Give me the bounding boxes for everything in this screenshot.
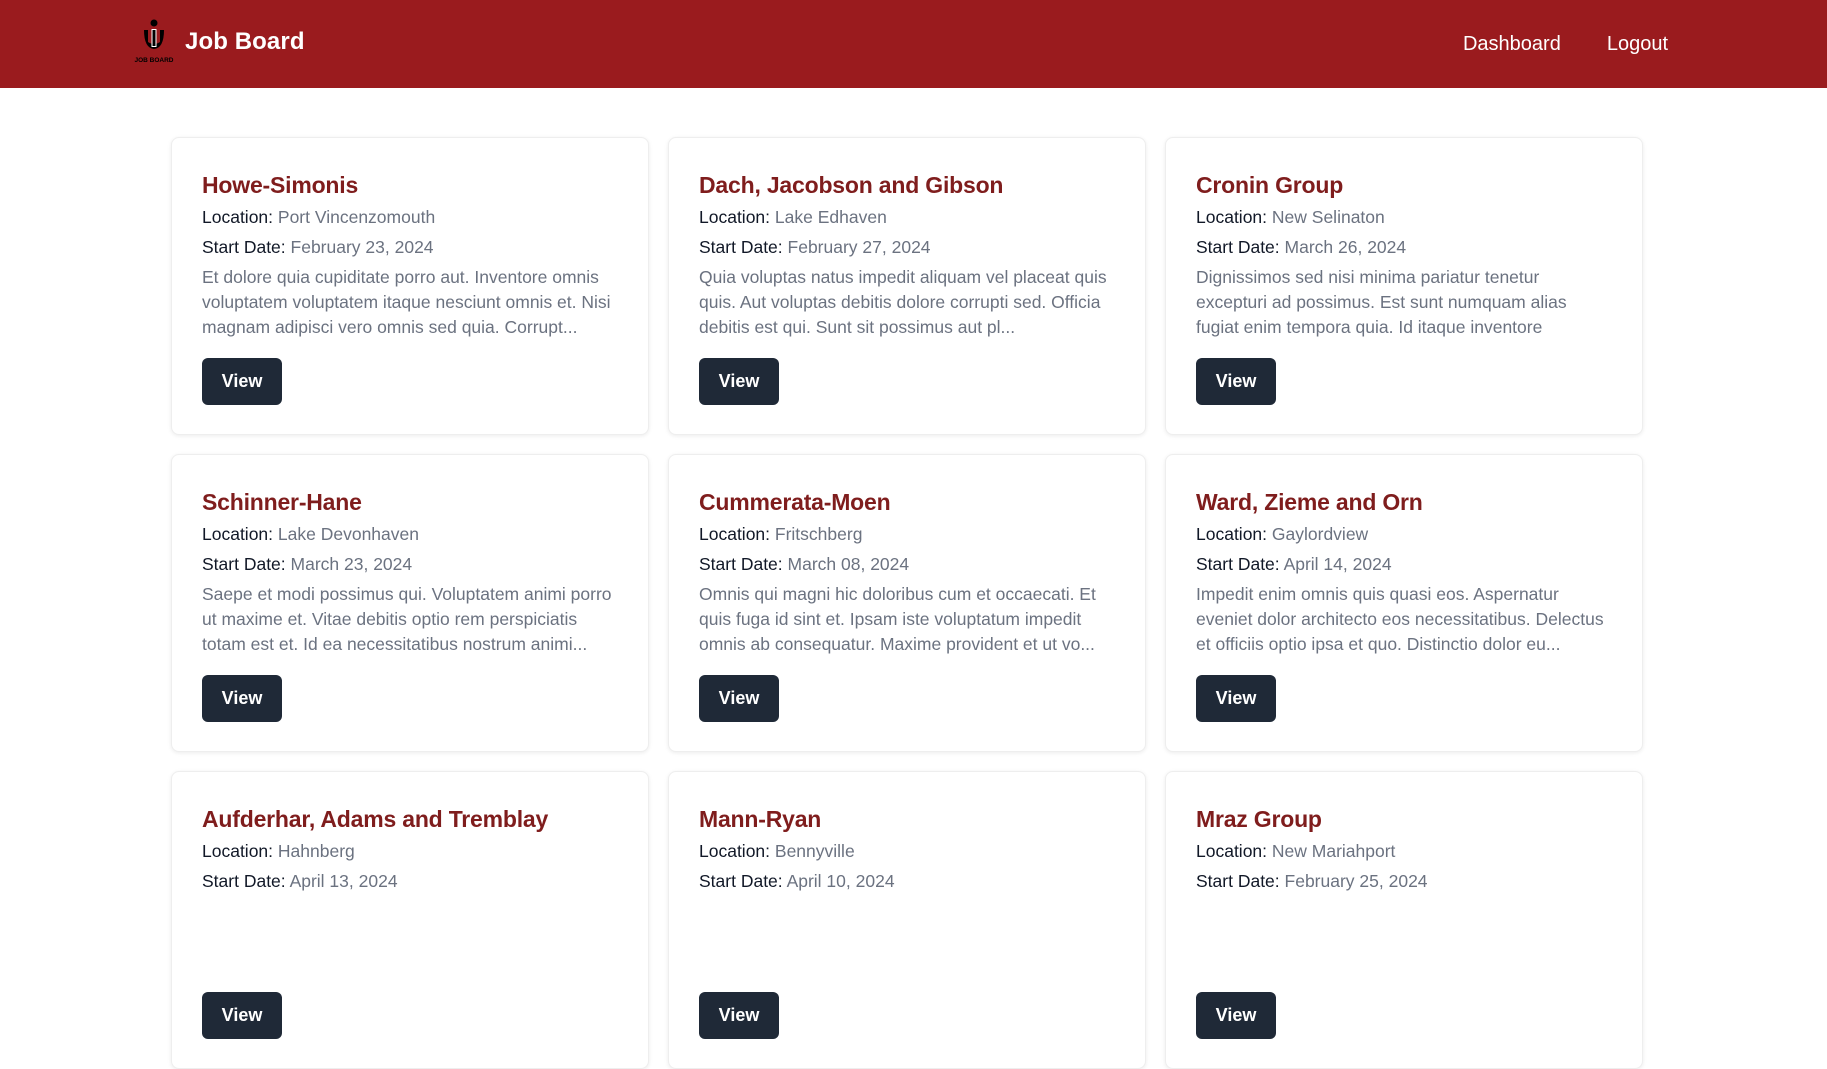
job-location-row: Location: Lake Devonhaven xyxy=(202,519,618,549)
job-start-date-row: Start Date: March 08, 2024 xyxy=(699,549,1115,579)
brand-link[interactable]: JOB BOARD Job Board xyxy=(131,18,305,66)
job-company-title: Howe-Simonis xyxy=(202,172,359,198)
job-card: Howe-Simonis Location: Port Vincenzomout… xyxy=(171,137,649,435)
view-button[interactable]: View xyxy=(1196,675,1276,722)
start-date-value: April 10, 2024 xyxy=(786,871,895,891)
job-start-date-row: Start Date: April 14, 2024 xyxy=(1196,549,1612,579)
job-card: Cronin Group Location: New Selinaton Sta… xyxy=(1165,137,1643,435)
location-value: Bennyville xyxy=(774,841,855,861)
start-date-value: February 25, 2024 xyxy=(1284,871,1428,891)
navbar: JOB BOARD Job Board Dashboard Logout xyxy=(0,0,1827,88)
start-date-label: Start Date: xyxy=(699,554,783,574)
start-date-value: February 27, 2024 xyxy=(787,237,931,257)
job-card: Cummerata-Moen Location: Fritschberg Sta… xyxy=(668,454,1146,752)
job-location-row: Location: Hahnberg xyxy=(202,836,618,866)
job-company-title: Dach, Jacobson and Gibson xyxy=(699,172,1004,198)
job-location-row: Location: New Selinaton xyxy=(1196,202,1612,232)
location-value: Lake Edhaven xyxy=(774,207,887,227)
job-card: Ward, Zieme and Orn Location: Gaylordvie… xyxy=(1165,454,1643,752)
view-button[interactable]: View xyxy=(202,675,282,722)
start-date-label: Start Date: xyxy=(699,237,783,257)
view-button[interactable]: View xyxy=(1196,358,1276,405)
nav-link-logout[interactable]: Logout xyxy=(1607,30,1668,58)
job-description: Quia voluptas natus impedit aliquam vel … xyxy=(699,267,1107,337)
start-date-value: April 14, 2024 xyxy=(1283,554,1392,574)
job-start-date-row: Start Date: April 10, 2024 xyxy=(699,866,1115,896)
job-description xyxy=(202,899,618,974)
job-company-title: Aufderhar, Adams and Tremblay xyxy=(202,806,549,832)
location-label: Location: xyxy=(202,207,274,227)
location-value: Fritschberg xyxy=(774,524,863,544)
location-label: Location: xyxy=(1196,207,1268,227)
job-start-date-row: Start Date: March 26, 2024 xyxy=(1196,232,1612,262)
location-value: New Mariahport xyxy=(1271,841,1396,861)
location-value: Gaylordview xyxy=(1271,524,1369,544)
job-card: Mann-Ryan Location: Bennyville Start Dat… xyxy=(668,771,1146,1069)
job-description: Omnis qui magni hic doloribus cum et occ… xyxy=(699,584,1096,654)
start-date-label: Start Date: xyxy=(1196,554,1280,574)
job-company-title: Cronin Group xyxy=(1196,172,1344,198)
job-start-date-row: Start Date: February 25, 2024 xyxy=(1196,866,1612,896)
location-value: New Selinaton xyxy=(1271,207,1385,227)
location-value: Hahnberg xyxy=(277,841,355,861)
job-start-date-row: Start Date: February 23, 2024 xyxy=(202,232,618,262)
job-card: Dach, Jacobson and Gibson Location: Lake… xyxy=(668,137,1146,435)
start-date-value: March 26, 2024 xyxy=(1284,237,1407,257)
job-description xyxy=(1196,899,1612,974)
start-date-label: Start Date: xyxy=(1196,237,1280,257)
job-location-row: Location: Bennyville xyxy=(699,836,1115,866)
start-date-value: February 23, 2024 xyxy=(290,237,434,257)
location-label: Location: xyxy=(202,841,274,861)
view-button[interactable]: View xyxy=(699,358,779,405)
start-date-label: Start Date: xyxy=(202,237,286,257)
job-company-title: Mann-Ryan xyxy=(699,806,822,832)
job-card: Aufderhar, Adams and Tremblay Location: … xyxy=(171,771,649,1069)
job-location-row: Location: Port Vincenzomouth xyxy=(202,202,618,232)
location-label: Location: xyxy=(1196,841,1268,861)
location-label: Location: xyxy=(699,524,771,544)
job-card: Mraz Group Location: New Mariahport Star… xyxy=(1165,771,1643,1069)
start-date-label: Start Date: xyxy=(202,554,286,574)
start-date-label: Start Date: xyxy=(1196,871,1280,891)
nav-links: Dashboard Logout xyxy=(1463,30,1668,58)
job-company-title: Ward, Zieme and Orn xyxy=(1196,489,1423,515)
job-start-date-row: Start Date: February 27, 2024 xyxy=(699,232,1115,262)
job-description: Et dolore quia cupiditate porro aut. Inv… xyxy=(202,267,611,337)
view-button[interactable]: View xyxy=(1196,992,1276,1039)
location-label: Location: xyxy=(202,524,274,544)
job-start-date-row: Start Date: March 23, 2024 xyxy=(202,549,618,579)
logo-text: JOB BOARD xyxy=(134,57,173,64)
job-card: Schinner-Hane Location: Lake Devonhaven … xyxy=(171,454,649,752)
job-company-title: Mraz Group xyxy=(1196,806,1322,832)
job-company-title: Cummerata-Moen xyxy=(699,489,891,515)
job-company-title: Schinner-Hane xyxy=(202,489,362,515)
location-value: Port Vincenzomouth xyxy=(277,207,436,227)
start-date-label: Start Date: xyxy=(202,871,286,891)
location-label: Location: xyxy=(1196,524,1268,544)
job-board-logo-icon: JOB BOARD xyxy=(134,19,174,64)
view-button[interactable]: View xyxy=(202,992,282,1039)
job-description xyxy=(699,899,1115,974)
location-label: Location: xyxy=(699,207,771,227)
job-location-row: Location: Gaylordview xyxy=(1196,519,1612,549)
job-location-row: Location: Fritschberg xyxy=(699,519,1115,549)
start-date-value: April 13, 2024 xyxy=(289,871,398,891)
job-location-row: Location: New Mariahport xyxy=(1196,836,1612,866)
job-description: Impedit enim omnis quis quasi eos. Asper… xyxy=(1196,584,1604,654)
start-date-label: Start Date: xyxy=(699,871,783,891)
location-value: Lake Devonhaven xyxy=(277,524,419,544)
view-button[interactable]: View xyxy=(699,675,779,722)
view-button[interactable]: View xyxy=(202,358,282,405)
job-description: Saepe et modi possimus qui. Voluptatem a… xyxy=(202,584,612,654)
brand-name: Job Board xyxy=(185,28,305,55)
location-label: Location: xyxy=(699,841,771,861)
job-location-row: Location: Lake Edhaven xyxy=(699,202,1115,232)
start-date-value: March 08, 2024 xyxy=(787,554,910,574)
view-button[interactable]: View xyxy=(699,992,779,1039)
job-grid: Howe-Simonis Location: Port Vincenzomout… xyxy=(171,137,1644,1069)
nav-link-dashboard[interactable]: Dashboard xyxy=(1463,30,1561,58)
start-date-value: March 23, 2024 xyxy=(290,554,413,574)
job-start-date-row: Start Date: April 13, 2024 xyxy=(202,866,618,896)
job-description: Dignissimos sed nisi minima pariatur ten… xyxy=(1196,267,1567,337)
